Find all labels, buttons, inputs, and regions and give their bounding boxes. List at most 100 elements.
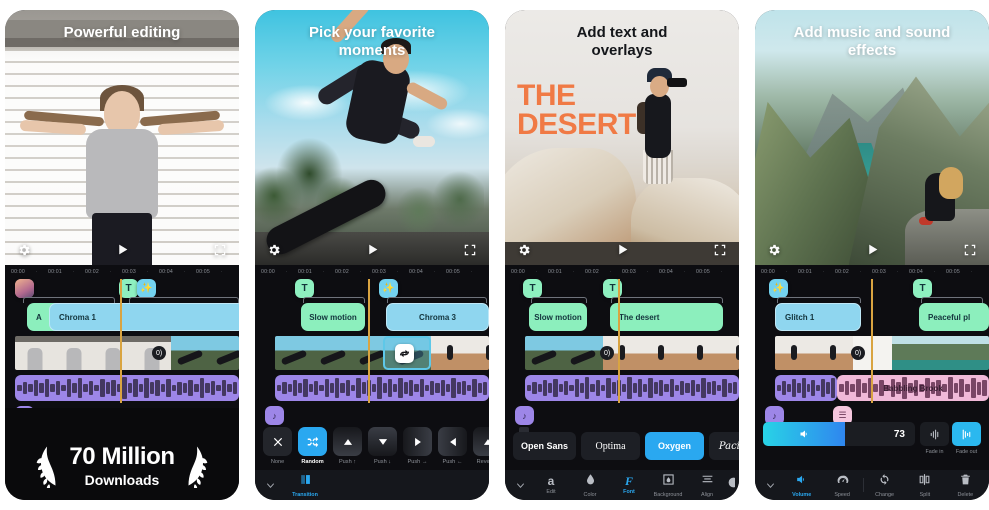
track-badges-3: T T (505, 279, 739, 303)
toolbar-item-transition[interactable]: Transition (282, 473, 328, 498)
toolbar-item-edit[interactable]: a Edit (532, 475, 570, 496)
toolbar-item-split[interactable]: Split (905, 473, 944, 498)
clip-thumbnail-badge[interactable] (15, 279, 34, 298)
fullscreen-icon[interactable] (463, 243, 477, 262)
audio-clip[interactable] (15, 375, 239, 401)
gear-icon[interactable] (517, 243, 531, 262)
toolbar-item-delete[interactable]: Delete (946, 473, 985, 498)
fade-in-button[interactable]: Fade in (920, 422, 949, 455)
playhead-4[interactable] (871, 279, 873, 403)
play-icon[interactable] (616, 242, 629, 262)
shuffle-icon[interactable] (298, 427, 327, 456)
audio-clip[interactable] (275, 375, 489, 401)
font-option-optima[interactable]: Optima (581, 432, 641, 460)
play-icon[interactable] (116, 242, 129, 262)
font-option-open-sans[interactable]: Open Sans (513, 432, 577, 460)
audio-track-1[interactable] (5, 375, 239, 403)
play-icon[interactable] (366, 242, 379, 262)
effect-track-badge[interactable]: ✨ (137, 279, 156, 298)
playhead-3[interactable] (618, 279, 620, 403)
toolbar-item-background[interactable]: Background (649, 473, 687, 498)
font-option-oxygen[interactable]: Oxygen (645, 432, 705, 460)
video-thumbnail-strip[interactable] (775, 336, 989, 370)
audio-clip-sound-effect[interactable]: Babbling Brook (837, 375, 989, 401)
toolbar-label: Split (919, 491, 931, 498)
triangle-down-icon[interactable] (368, 427, 397, 456)
transition-option-random[interactable]: Random (298, 427, 327, 465)
close-icon[interactable] (263, 427, 292, 456)
chevron-down-icon[interactable] (259, 470, 281, 500)
fade-out-icon[interactable] (952, 422, 981, 446)
gear-icon[interactable] (17, 243, 31, 262)
toolbar-item-volume[interactable]: Volume (782, 473, 821, 498)
clip-label[interactable]: Glitch 1 (775, 303, 861, 331)
toolbar-item-font[interactable]: F Font (610, 475, 648, 496)
toolbar-item-speed[interactable]: Speed (822, 473, 861, 498)
track-badges-2: T ✨ (255, 279, 489, 303)
toolbar-item-color[interactable]: Color (571, 473, 609, 498)
text-track-badge[interactable]: T (913, 279, 932, 298)
toolbar-item-overflow[interactable] (727, 476, 735, 494)
video-track-3[interactable]: 0) (505, 336, 739, 372)
play-icon[interactable] (866, 242, 879, 262)
gear-icon[interactable] (267, 243, 281, 262)
ruler-tick: 00:01 (548, 269, 562, 275)
toolbar-item-align[interactable]: Align (688, 473, 726, 498)
triangle-up-icon[interactable] (473, 427, 489, 456)
clip-label[interactable]: The desert (610, 303, 723, 331)
ruler-tick: 00:05 (446, 269, 460, 275)
video-thumbnail-strip[interactable] (275, 336, 489, 370)
fade-out-button[interactable]: Fade out (952, 422, 981, 455)
fullscreen-icon[interactable] (713, 243, 727, 262)
video-track-1[interactable]: 0) (5, 336, 239, 372)
fade-in-icon[interactable] (920, 422, 949, 446)
audio-track-3[interactable] (505, 375, 739, 403)
playhead-1[interactable] (120, 279, 122, 403)
chevron-down-icon[interactable] (509, 470, 531, 500)
transition-option-push-down[interactable]: Push ↓ (368, 427, 397, 465)
video-track-2[interactable] (255, 336, 489, 372)
volume-slider-fill[interactable] (763, 422, 846, 446)
audio-track-2[interactable] (255, 375, 489, 403)
playhead-2[interactable] (368, 279, 370, 403)
ruler-tick: 00:02 (585, 269, 599, 275)
transition-handle-icon[interactable] (395, 344, 414, 363)
player-controls-3 (505, 239, 739, 265)
text-track-badge[interactable]: T (119, 279, 138, 298)
app-screenshot-powerful-editing: Powerful editing 00:00 · 00:01 · 00:02 · 00… (5, 10, 239, 500)
clip-label[interactable]: Slow motion (301, 303, 365, 331)
transition-option-none[interactable]: None (263, 427, 292, 465)
triangle-up-icon[interactable] (333, 427, 362, 456)
fullscreen-icon[interactable] (963, 243, 977, 262)
clip-label[interactable]: Slow motion (529, 303, 587, 331)
audio-clip-music[interactable] (775, 375, 837, 401)
audio-waveform (17, 375, 238, 401)
video-thumbnail-strip[interactable] (15, 336, 239, 370)
font-option-pacifico[interactable]: Pacifico (709, 432, 739, 460)
text-track-badge[interactable]: T (295, 279, 314, 298)
transition-option-push-right[interactable]: Push → (403, 427, 432, 465)
transition-option-reveal-up[interactable]: Reveal ↑ (473, 427, 489, 465)
triangle-left-icon[interactable] (438, 427, 467, 456)
text-track-badge[interactable]: T (523, 279, 542, 298)
triangle-right-icon[interactable] (403, 427, 432, 456)
transition-option-push-up[interactable]: Push ↑ (333, 427, 362, 465)
ruler-tick: 00:00 (511, 269, 525, 275)
video-thumbnail-strip[interactable] (525, 336, 739, 370)
download-caption: Downloads (84, 472, 160, 488)
toolbar-item-change[interactable]: Change (865, 473, 904, 498)
fullscreen-icon[interactable] (213, 243, 227, 262)
chevron-down-icon[interactable] (759, 470, 781, 500)
gear-icon[interactable] (767, 243, 781, 262)
transition-option-push-left[interactable]: Push ← (438, 427, 467, 465)
effect-track-badge[interactable]: ✨ (379, 279, 398, 298)
clip-label[interactable]: Chroma 3 (386, 303, 489, 331)
clip-label[interactable]: Chroma 1 (49, 303, 239, 331)
transition-label: Push ↑ (338, 459, 357, 465)
volume-slider[interactable]: 73 (763, 422, 915, 446)
clip-label[interactable]: Peaceful pl (919, 303, 989, 331)
split-icon (920, 473, 930, 485)
audio-clip[interactable] (525, 375, 739, 401)
app-screenshot-pick-moments: Pick your favorite moments 00:00 · 00:01 ·… (255, 10, 489, 500)
effect-track-badge[interactable]: ✨ (769, 279, 788, 298)
